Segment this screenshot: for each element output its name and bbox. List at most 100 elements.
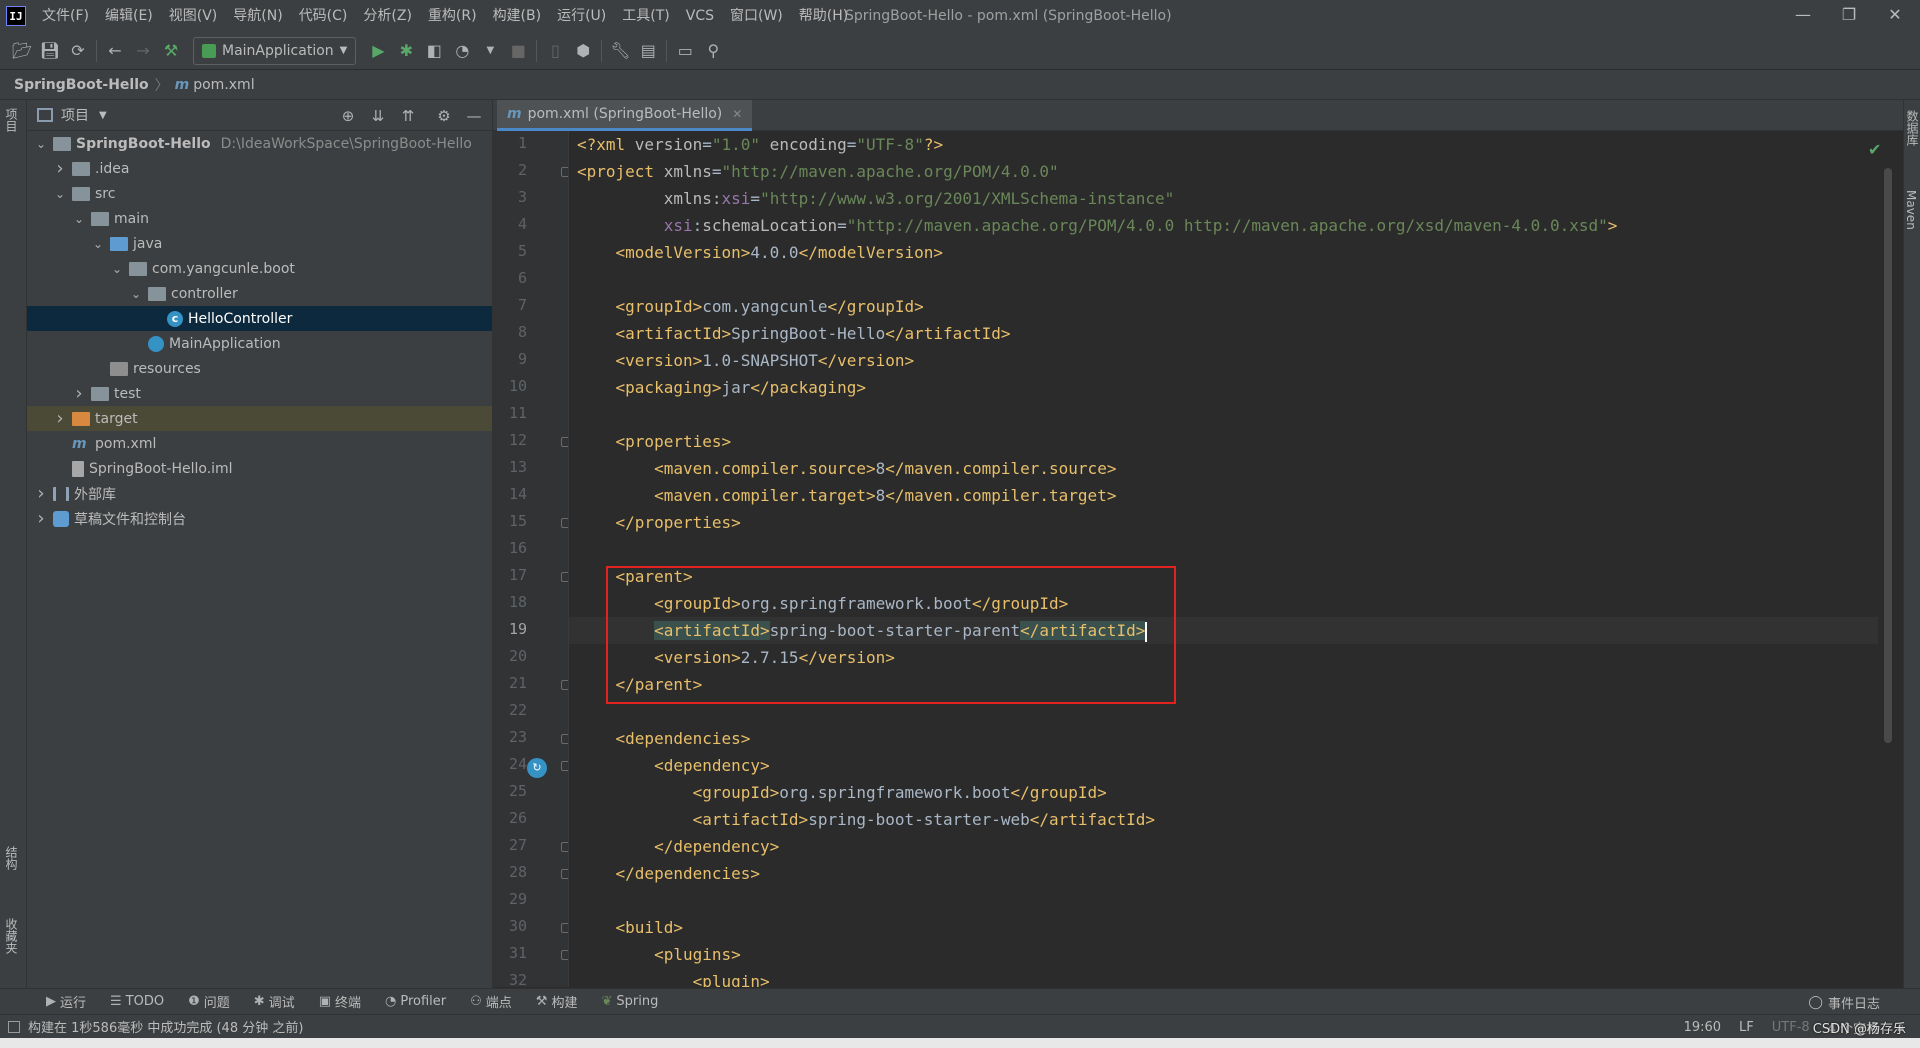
breadcrumb-project[interactable]: SpringBoot-Hello bbox=[14, 77, 149, 93]
chevron-down-icon[interactable]: ⌄ bbox=[90, 236, 106, 252]
save-all-icon[interactable]: 💾︎ bbox=[36, 37, 64, 65]
line-number[interactable]: 2 bbox=[493, 161, 527, 179]
chevron-down-icon[interactable]: ⌄ bbox=[33, 136, 49, 152]
editor-scrollbar[interactable] bbox=[1884, 168, 1892, 743]
profile-icon[interactable]: ◔ bbox=[448, 37, 476, 65]
chevron-right-icon[interactable]: › bbox=[33, 508, 49, 529]
tree-item[interactable]: SpringBoot-Hello.iml bbox=[27, 456, 492, 481]
menu-refactor[interactable]: 重构(R) bbox=[420, 0, 485, 32]
tree-item[interactable]: ⌄ com.yangcunle.boot bbox=[27, 256, 492, 281]
spring-dependency-icon[interactable]: ↻ bbox=[527, 758, 547, 778]
tree-item[interactable]: › .idea bbox=[27, 156, 492, 181]
line-number[interactable]: 11 bbox=[493, 404, 527, 422]
tree-item[interactable]: › 草稿文件和控制台 bbox=[27, 506, 492, 531]
no-problems-check-icon[interactable]: ✔ bbox=[1868, 140, 1881, 159]
line-number[interactable]: 31 bbox=[493, 944, 527, 962]
build-hammer-icon[interactable]: ⚒ bbox=[157, 37, 185, 65]
stop-icon[interactable]: ■ bbox=[504, 37, 532, 65]
line-number[interactable]: 14 bbox=[493, 485, 527, 503]
line-number[interactable]: 16 bbox=[493, 539, 527, 557]
line-number[interactable]: 13 bbox=[493, 458, 527, 476]
run-config-selector[interactable]: MainApplication ▼ bbox=[193, 36, 357, 65]
line-number[interactable]: 4 bbox=[493, 215, 527, 233]
chevron-right-icon[interactable]: › bbox=[52, 158, 68, 179]
tree-item[interactable]: ⌄ controller bbox=[27, 281, 492, 306]
sync-icon[interactable]: ⟳ bbox=[64, 37, 92, 65]
menu-view[interactable]: 视图(V) bbox=[161, 0, 226, 32]
line-number[interactable]: 18 bbox=[493, 593, 527, 611]
status-message[interactable]: 构建在 1秒586毫秒 中成功完成 (48 分钟 之前) bbox=[28, 1017, 303, 1036]
line-separator[interactable]: LF bbox=[1739, 1020, 1754, 1035]
fold-marker-icon[interactable] bbox=[561, 518, 568, 528]
line-number[interactable]: 23 bbox=[493, 728, 527, 746]
profiler-tool-button[interactable]: ◔ Profiler bbox=[375, 994, 456, 1009]
debug-tool-button[interactable]: ✱ 调试 bbox=[244, 992, 305, 1011]
tree-item[interactable]: MainApplication bbox=[27, 331, 492, 356]
line-number[interactable]: 17 bbox=[493, 566, 527, 584]
status-toggle-icon[interactable] bbox=[8, 1020, 20, 1033]
menu-build[interactable]: 构建(B) bbox=[485, 0, 550, 32]
more-run-options-icon[interactable]: ▼ bbox=[476, 37, 504, 65]
forward-icon[interactable]: → bbox=[129, 37, 157, 65]
tree-item[interactable]: ⌄ src bbox=[27, 181, 492, 206]
fold-marker-icon[interactable] bbox=[561, 842, 568, 852]
line-number[interactable]: 19 bbox=[493, 620, 527, 638]
chevron-right-icon[interactable]: › bbox=[33, 483, 49, 504]
line-number[interactable]: 32 bbox=[493, 971, 527, 987]
caret-position[interactable]: 19:60 bbox=[1684, 1020, 1721, 1035]
line-number[interactable]: 21 bbox=[493, 674, 527, 692]
line-number[interactable]: 28 bbox=[493, 863, 527, 881]
fold-marker-icon[interactable] bbox=[561, 923, 568, 933]
menu-edit[interactable]: 编辑(E) bbox=[97, 0, 161, 32]
file-encoding[interactable]: UTF-8 bbox=[1772, 1020, 1810, 1035]
menu-vcs[interactable]: VCS bbox=[678, 0, 722, 32]
chevron-down-icon[interactable]: ⌄ bbox=[128, 286, 144, 302]
run-icon[interactable]: ▶ bbox=[364, 37, 392, 65]
minimize-button[interactable]: — bbox=[1780, 0, 1826, 32]
device-icon[interactable]: ▯ bbox=[541, 37, 569, 65]
fold-marker-icon[interactable] bbox=[561, 869, 568, 879]
project-panel-title[interactable]: 项目 bbox=[61, 105, 89, 125]
event-log-button[interactable]: ◯ 事件日志 bbox=[1808, 989, 1880, 1015]
line-number[interactable]: 9 bbox=[493, 350, 527, 368]
back-icon[interactable]: ← bbox=[101, 37, 129, 65]
line-number[interactable]: 10 bbox=[493, 377, 527, 395]
restore-button[interactable]: ❐ bbox=[1826, 0, 1872, 32]
tree-item[interactable]: resources bbox=[27, 356, 492, 381]
fold-marker-icon[interactable] bbox=[561, 572, 568, 582]
fold-marker-icon[interactable] bbox=[561, 761, 568, 771]
close-tab-icon[interactable]: ✕ bbox=[732, 107, 742, 121]
fold-marker-icon[interactable] bbox=[561, 437, 568, 447]
line-number[interactable]: 27 bbox=[493, 836, 527, 854]
chevron-down-icon[interactable]: ⌄ bbox=[71, 211, 87, 227]
menu-file[interactable]: 文件(F) bbox=[34, 0, 97, 32]
fold-marker-icon[interactable] bbox=[561, 734, 568, 744]
open-folder-icon[interactable]: 📂︎ bbox=[8, 37, 36, 65]
database-tool-tab[interactable]: 数据库 bbox=[1904, 110, 1920, 146]
hide-panel-icon[interactable]: — bbox=[462, 104, 486, 128]
favorites-tool-tab[interactable]: 收藏夹 bbox=[3, 918, 20, 954]
tree-item[interactable]: › test bbox=[27, 381, 492, 406]
collapse-all-icon[interactable]: ⇈ bbox=[396, 104, 420, 128]
chevron-down-icon[interactable]: ▼ bbox=[99, 110, 107, 121]
tree-item[interactable]: › target bbox=[27, 406, 492, 431]
fold-marker-icon[interactable] bbox=[561, 950, 568, 960]
fold-marker-icon[interactable] bbox=[561, 680, 568, 690]
tab-pom-xml[interactable]: m pom.xml (SpringBoot-Hello) ✕ bbox=[497, 100, 753, 131]
line-number[interactable]: 29 bbox=[493, 890, 527, 908]
line-number[interactable]: 1 bbox=[493, 134, 527, 152]
project-structure-icon[interactable]: ▤ bbox=[634, 37, 662, 65]
menu-run[interactable]: 运行(U) bbox=[549, 0, 614, 32]
project-tool-tab[interactable]: 项目 bbox=[3, 108, 20, 132]
menu-window[interactable]: 窗口(W) bbox=[722, 0, 791, 32]
line-number[interactable]: 8 bbox=[493, 323, 527, 341]
search-icon[interactable]: ⚲ bbox=[699, 37, 727, 65]
update-running-app-icon[interactable]: ⬢ bbox=[569, 37, 597, 65]
line-number[interactable]: 20 bbox=[493, 647, 527, 665]
line-number[interactable]: 5 bbox=[493, 242, 527, 260]
settings-wrench-icon[interactable]: 🔧︎ bbox=[606, 37, 634, 65]
debug-icon[interactable]: ✱ bbox=[392, 37, 420, 65]
menu-navigate[interactable]: 导航(N) bbox=[225, 0, 290, 32]
locate-file-icon[interactable]: ⊕ bbox=[336, 104, 360, 128]
tree-item[interactable]: ⌄ SpringBoot-Hello D:\IdeaWorkSpace\Spring… bbox=[27, 131, 492, 156]
